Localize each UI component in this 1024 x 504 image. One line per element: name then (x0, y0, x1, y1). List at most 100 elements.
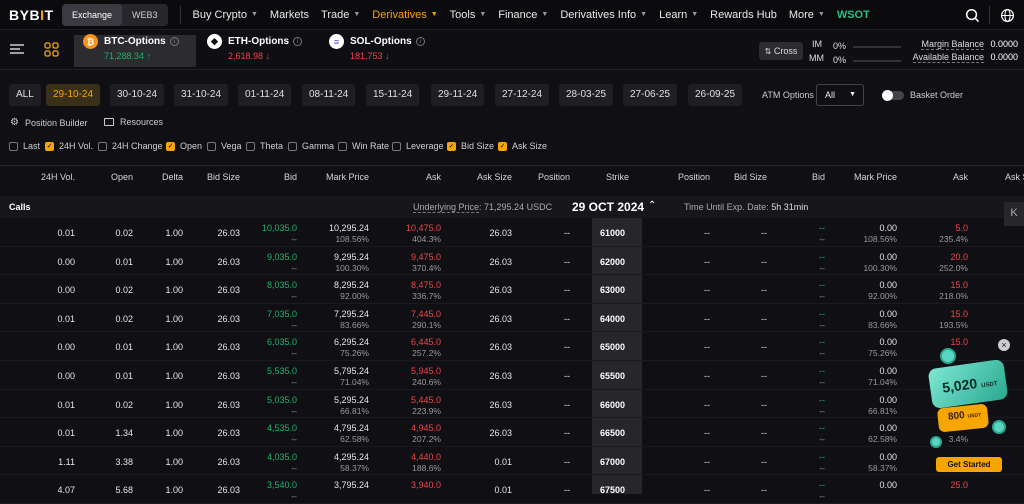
exchange-tab[interactable]: Exchange (62, 3, 123, 26)
toggle-ask-size[interactable]: ✓ Ask Size (498, 141, 547, 151)
cell-pmark[interactable]: 0.00 (879, 366, 897, 376)
cell-pask[interactable]: 20.0 (950, 252, 968, 262)
toggle-last[interactable]: Last (9, 141, 40, 151)
get-started-button[interactable]: Get Started (936, 457, 1002, 472)
ticker-eth[interactable]: ◆ ETH-Options i 2,618.98 ↓ (207, 34, 303, 66)
toggle-24h-vol[interactable]: ✓ 24H Vol. (45, 141, 93, 151)
toggle-24h-change[interactable]: 24H Change (98, 141, 163, 151)
col-put-position[interactable]: Position (678, 172, 710, 182)
cell-pask[interactable]: 15.0 (950, 309, 968, 319)
nav-rewards-hub[interactable]: Rewards Hub (710, 9, 777, 21)
col-ask-size[interactable]: Ask Size (477, 172, 512, 182)
cell-mark[interactable]: 10,295.24 (329, 223, 369, 233)
cell-bid[interactable]: 3,540.0 (267, 480, 297, 490)
nav-derivatives[interactable]: Derivatives ▼ (372, 9, 437, 21)
cell-mark[interactable]: 3,795.24 (334, 480, 369, 490)
cell-ask[interactable]: 5,945.0 (411, 366, 441, 376)
nav-learn[interactable]: Learn ▼ (659, 9, 698, 21)
expiry-date[interactable]: 15-11-24 (366, 84, 420, 106)
cell-ask[interactable]: 8,475.0 (411, 280, 441, 290)
cell-ask[interactable]: 4,440.0 (411, 452, 441, 462)
table-row[interactable]: 0.00 0.02 1.00 26.03 8,035.0 -- 8,295.24 92.00%… (0, 275, 1024, 304)
cell-pbid[interactable]: -- (819, 309, 825, 319)
cell-pask[interactable]: 15.0 (950, 280, 968, 290)
cell-pmark[interactable]: 0.00 (879, 423, 897, 433)
cell-ask[interactable]: 6,445.0 (411, 337, 441, 347)
col-ask[interactable]: Ask (426, 172, 441, 182)
table-row[interactable]: 0.01 1.34 1.00 26.03 4,535.0 -- 4,795.24 62.58%… (0, 418, 1024, 447)
nav-more[interactable]: More ▼ (789, 9, 825, 21)
expiry-date[interactable]: 27-06-25 (623, 84, 678, 106)
table-row[interactable]: 0.01 0.02 1.00 26.03 7,035.0 -- 7,295.24 83.66%… (0, 304, 1024, 333)
toggle-vega[interactable]: Vega (207, 141, 242, 151)
col-position[interactable]: Position (538, 172, 570, 182)
table-row[interactable]: 1.11 3.38 1.00 26.03 4,035.0 -- 4,295.24 58.37%… (0, 447, 1024, 476)
nav-derivatives-info[interactable]: Derivatives Info ▼ (560, 9, 647, 21)
nav-buy-crypto[interactable]: Buy Crypto ▼ (193, 9, 258, 21)
margin-balance-label[interactable]: Margin Balance (921, 39, 984, 50)
basket-order-toggle[interactable] (882, 90, 904, 101)
cell-pbid[interactable]: -- (819, 280, 825, 290)
cell-bid[interactable]: 4,035.0 (267, 452, 297, 462)
menu-icon[interactable] (10, 43, 24, 58)
cell-pmark[interactable]: 0.00 (879, 395, 897, 405)
cell-bid[interactable]: 4,535.0 (267, 423, 297, 433)
cell-bid[interactable]: 6,035.0 (267, 337, 297, 347)
nav-trade[interactable]: Trade ▼ (321, 9, 360, 21)
table-row[interactable]: 0.01 0.02 1.00 26.03 5,035.0 -- 5,295.24 66.81%… (0, 390, 1024, 419)
col-put-bid[interactable]: Bid (812, 172, 825, 182)
expiry-date[interactable]: 29-10-24 (46, 84, 101, 106)
toggle-theta[interactable]: Theta (246, 141, 283, 151)
expiry-all[interactable]: ALL (9, 84, 41, 106)
cell-pmark[interactable]: 0.00 (879, 223, 897, 233)
cell-pbid[interactable]: -- (819, 252, 825, 262)
expiry-date[interactable]: 26-09-25 (688, 84, 743, 106)
table-row[interactable]: 0.00 0.01 1.00 26.03 9,035.0 -- 9,295.24 100.30… (0, 247, 1024, 276)
col-put-mark-price[interactable]: Mark Price (854, 172, 897, 182)
nav-tools[interactable]: Tools ▼ (450, 9, 487, 21)
bybit-logo[interactable]: BYBIT (0, 7, 62, 23)
cell-mark[interactable]: 5,795.24 (334, 366, 369, 376)
cell-mark[interactable]: 6,295.24 (334, 337, 369, 347)
toggle-open[interactable]: ✓ Open (166, 141, 202, 151)
toggle-bid-size[interactable]: ✓ Bid Size (447, 141, 494, 151)
cell-mark[interactable]: 4,295.24 (334, 452, 369, 462)
cell-pmark[interactable]: 0.00 (879, 280, 897, 290)
cell-pbid[interactable]: -- (819, 337, 825, 347)
search-icon[interactable] (955, 8, 989, 23)
cell-pbid[interactable]: -- (819, 480, 825, 490)
col-strike[interactable]: Strike (606, 172, 629, 182)
cell-ask[interactable]: 10,475.0 (406, 223, 441, 233)
cell-bid[interactable]: 8,035.0 (267, 280, 297, 290)
expiry-date[interactable]: 31-10-24 (174, 84, 229, 106)
cell-pmark[interactable]: 0.00 (879, 252, 897, 262)
table-row[interactable]: 4.07 5.68 1.00 26.03 3,540.0 -- 3,795.24 3,940.… (0, 475, 1024, 504)
expiry-date[interactable]: 08-11-24 (302, 84, 356, 106)
cell-bid[interactable]: 10,035.0 (262, 223, 297, 233)
table-row[interactable]: 0.00 0.01 1.00 26.03 6,035.0 -- 6,295.24 75.26%… (0, 332, 1024, 361)
cell-bid[interactable]: 5,535.0 (267, 366, 297, 376)
resources-link[interactable]: Resources (104, 117, 163, 127)
promo-close-icon[interactable]: × (998, 339, 1010, 351)
promo-widget[interactable]: × 5,020 USDT 800 USDT (926, 339, 1018, 474)
cross-margin-button[interactable]: ⇅ Cross (759, 42, 803, 60)
cell-pmark[interactable]: 0.00 (879, 309, 897, 319)
table-row[interactable]: 0.00 0.01 1.00 26.03 5,535.0 -- 5,795.24 71.04%… (0, 361, 1024, 390)
expiry-date[interactable]: 01-11-24 (238, 84, 292, 106)
cell-mark[interactable]: 4,795.24 (334, 423, 369, 433)
cell-pmark[interactable]: 0.00 (879, 452, 897, 462)
position-builder-link[interactable]: ⚙ Position Builder (10, 117, 88, 128)
ticker-sol[interactable]: ≡ SOL-Options i 181.753 ↓ (329, 34, 425, 66)
cell-bid[interactable]: 7,035.0 (267, 309, 297, 319)
cell-ask[interactable]: 4,945.0 (411, 423, 441, 433)
toggle-leverage[interactable]: Leverage (392, 141, 444, 151)
expiry-date[interactable]: 28-03-25 (559, 84, 614, 106)
cell-pbid[interactable]: -- (819, 423, 825, 433)
cell-ask[interactable]: 7,445.0 (411, 309, 441, 319)
cell-bid[interactable]: 9,035.0 (267, 252, 297, 262)
web3-tab[interactable]: WEB3 (122, 4, 168, 26)
cell-pbid[interactable]: -- (819, 366, 825, 376)
available-balance-label[interactable]: Available Balance (912, 52, 984, 63)
cell-pask[interactable]: 25.0 (950, 480, 968, 490)
cell-ask[interactable]: 5,445.0 (411, 395, 441, 405)
